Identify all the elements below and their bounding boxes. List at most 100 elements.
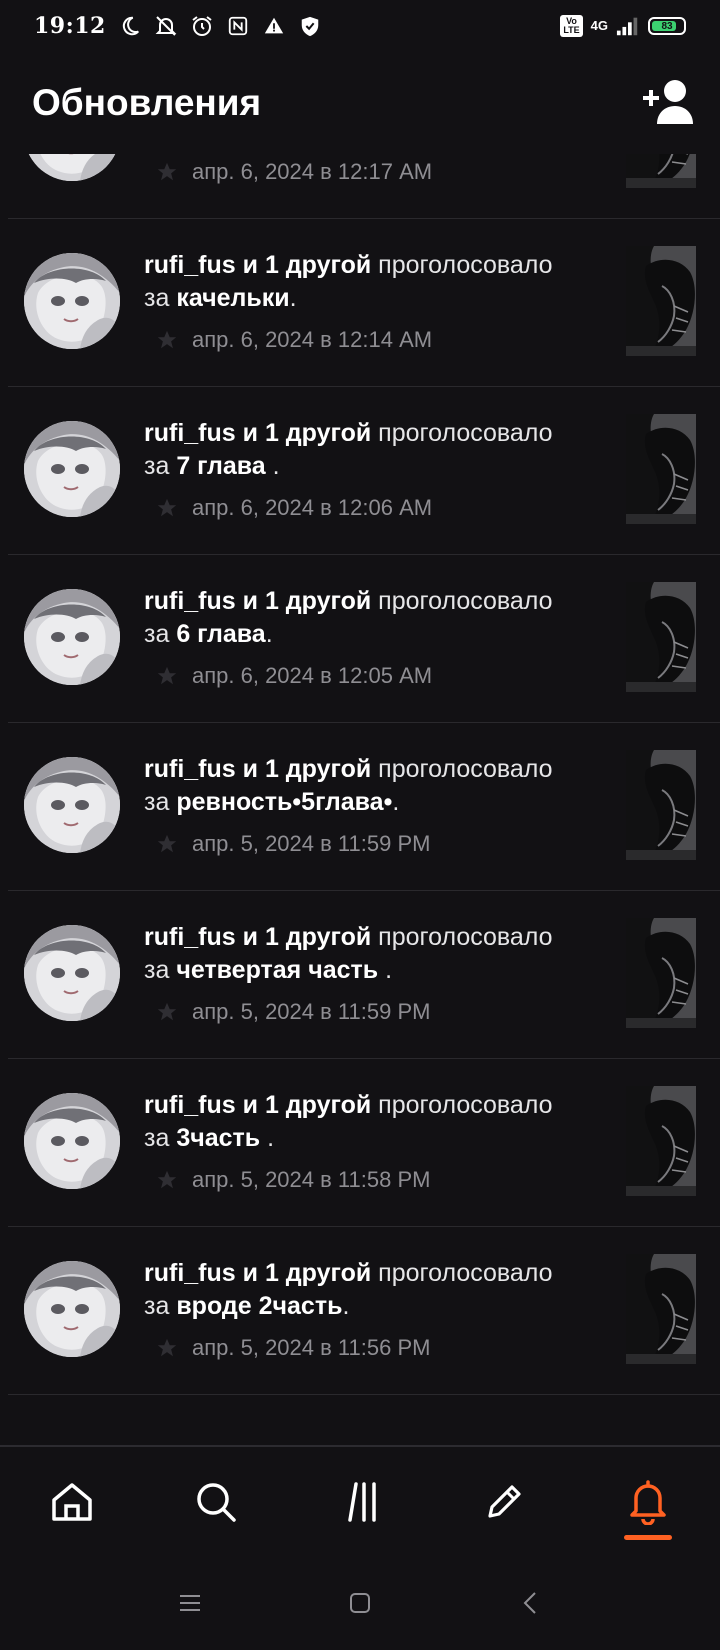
status-time: 19:12 (34, 13, 106, 39)
system-back-button[interactable] (510, 1586, 550, 1626)
active-tab-indicator (624, 1535, 672, 1540)
notification-prep: за (144, 1124, 177, 1152)
notification-meta: апр. 5, 2024 в 11:59 PM (156, 831, 430, 857)
notification-others: и 1 другой (235, 923, 372, 951)
avatar[interactable] (24, 253, 120, 349)
notification-meta: апр. 6, 2024 в 12:14 AM (156, 327, 432, 353)
notification-item[interactable]: rufi_fus и 1 другой проголосовало за врод… (8, 1227, 720, 1395)
nav-library-button[interactable] (320, 1464, 400, 1544)
notification-others: и 1 другой (235, 755, 372, 783)
notification-item[interactable]: rufi_fus и 1 другой проголосовало за 7 гл… (8, 387, 720, 555)
notification-date: апр. 5, 2024 в 11:58 PM (192, 1167, 431, 1192)
notification-suffix: . (265, 620, 273, 648)
notification-story-title[interactable]: ревность•5глава• (176, 788, 392, 816)
notification-user[interactable]: rufi_fus (144, 1259, 236, 1287)
notification-story-title[interactable]: 3часть (176, 1124, 260, 1152)
system-home-button[interactable] (340, 1586, 380, 1626)
avatar[interactable] (24, 1093, 120, 1189)
notification-story-title[interactable]: качельки (176, 284, 289, 312)
notification-others: и 1 другой (235, 1091, 372, 1119)
app-header: Обновления (0, 52, 720, 154)
notification-others: и 1 другой (235, 419, 372, 447)
shield-icon (298, 14, 322, 38)
story-thumbnail[interactable] (626, 918, 696, 1028)
notification-others: и 1 другой (235, 587, 372, 615)
avatar[interactable] (24, 757, 120, 853)
avatar[interactable] (24, 154, 120, 181)
moon-icon (118, 14, 142, 38)
notification-story-title[interactable]: вроде 2часть (176, 1292, 342, 1320)
notification-user[interactable]: rufi_fus (144, 923, 236, 951)
warning-icon (262, 14, 286, 38)
search-icon (194, 1480, 238, 1529)
status-bar: 19:12 Vo LTE 4G 83 (0, 0, 720, 52)
notification-user[interactable]: rufi_fus (144, 251, 236, 279)
vote-star-icon (156, 161, 178, 183)
notification-meta: апр. 6, 2024 в 12:05 AM (156, 663, 432, 689)
notification-item[interactable]: rufi_fus и 1 другой проголосовало за 6 гл… (8, 555, 720, 723)
notification-verb: проголосовало (371, 923, 553, 951)
notification-others: и 1 другой (235, 1259, 372, 1287)
menu-icon (179, 1593, 201, 1618)
network-label: 4G (590, 18, 608, 33)
story-thumbnail[interactable] (626, 582, 696, 692)
volte-indicator: Vo LTE (560, 15, 583, 37)
notification-item[interactable]: rufi_fus и 1 другой проголосовало за четв… (8, 891, 720, 1059)
story-thumbnail[interactable] (626, 1254, 696, 1364)
avatar[interactable] (24, 421, 120, 517)
system-menu-button[interactable] (170, 1586, 210, 1626)
avatar[interactable] (24, 1261, 120, 1357)
notification-user[interactable]: rufi_fus (144, 587, 236, 615)
avatar[interactable] (24, 925, 120, 1021)
vote-star-icon (156, 329, 178, 351)
notification-verb: проголосовало (371, 1091, 553, 1119)
notification-verb: проголосовало (371, 1259, 553, 1287)
notification-story-title[interactable]: четвертая часть (176, 956, 378, 984)
vote-star-icon (156, 833, 178, 855)
notification-user[interactable]: rufi_fus (144, 755, 236, 783)
nav-notifications-button[interactable] (608, 1464, 688, 1544)
notification-prep: за (144, 620, 177, 648)
story-thumbnail[interactable] (626, 750, 696, 860)
vote-star-icon (156, 665, 178, 687)
notification-suffix: . (265, 452, 280, 480)
network-type: 4G (590, 18, 608, 33)
avatar[interactable] (24, 589, 120, 685)
notification-text: rufi_fus и 1 другой проголосовало за врод… (144, 1257, 604, 1323)
home-icon (50, 1480, 94, 1529)
nav-home-button[interactable] (32, 1464, 112, 1544)
notification-date: апр. 5, 2024 в 11:59 PM (192, 999, 431, 1024)
notification-date: апр. 5, 2024 в 11:59 PM (192, 831, 431, 856)
notification-item[interactable]: rufi_fus и 1 другой проголосовало за ревн… (8, 723, 720, 891)
notifications-feed[interactable]: (хороший). апр. 6, 2024 в 12:17 AM (0, 154, 720, 1445)
notification-item[interactable]: rufi_fus и 1 другой проголосовало за каче… (8, 219, 720, 387)
add-user-button[interactable] (640, 75, 696, 131)
notification-suffix: . (342, 1292, 350, 1320)
notification-user[interactable]: rufi_fus (144, 419, 236, 447)
story-thumbnail[interactable] (626, 154, 696, 188)
notification-meta: апр. 5, 2024 в 11:59 PM (156, 999, 430, 1025)
notification-story-title[interactable]: 7 глава (176, 452, 265, 480)
story-thumbnail[interactable] (626, 414, 696, 524)
notification-text: rufi_fus и 1 другой проголосовало за 6 гл… (144, 585, 604, 651)
notification-story-title[interactable]: 6 глава (176, 620, 265, 648)
vote-star-icon (156, 1337, 178, 1359)
notification-suffix: . (260, 1124, 275, 1152)
notification-item[interactable]: (хороший). апр. 6, 2024 в 12:17 AM (8, 154, 720, 219)
battery-indicator: 83 (648, 17, 686, 35)
vote-star-icon (156, 1169, 178, 1191)
home-square-icon (349, 1592, 371, 1619)
notification-item[interactable]: rufi_fus и 1 другой проголосовало за 3час… (8, 1059, 720, 1227)
story-thumbnail[interactable] (626, 246, 696, 356)
notification-user[interactable]: rufi_fus (144, 1091, 236, 1119)
write-icon (482, 1480, 526, 1529)
notification-text: rufi_fus и 1 другой проголосовало за ревн… (144, 753, 604, 819)
notification-date: апр. 6, 2024 в 12:14 AM (192, 327, 433, 352)
notification-verb: проголосовало (371, 251, 553, 279)
notification-prep: за (144, 1292, 177, 1320)
nav-write-button[interactable] (464, 1464, 544, 1544)
nav-search-button[interactable] (176, 1464, 256, 1544)
notification-date: апр. 6, 2024 в 12:05 AM (192, 663, 433, 688)
nfc-icon (226, 14, 250, 38)
story-thumbnail[interactable] (626, 1086, 696, 1196)
